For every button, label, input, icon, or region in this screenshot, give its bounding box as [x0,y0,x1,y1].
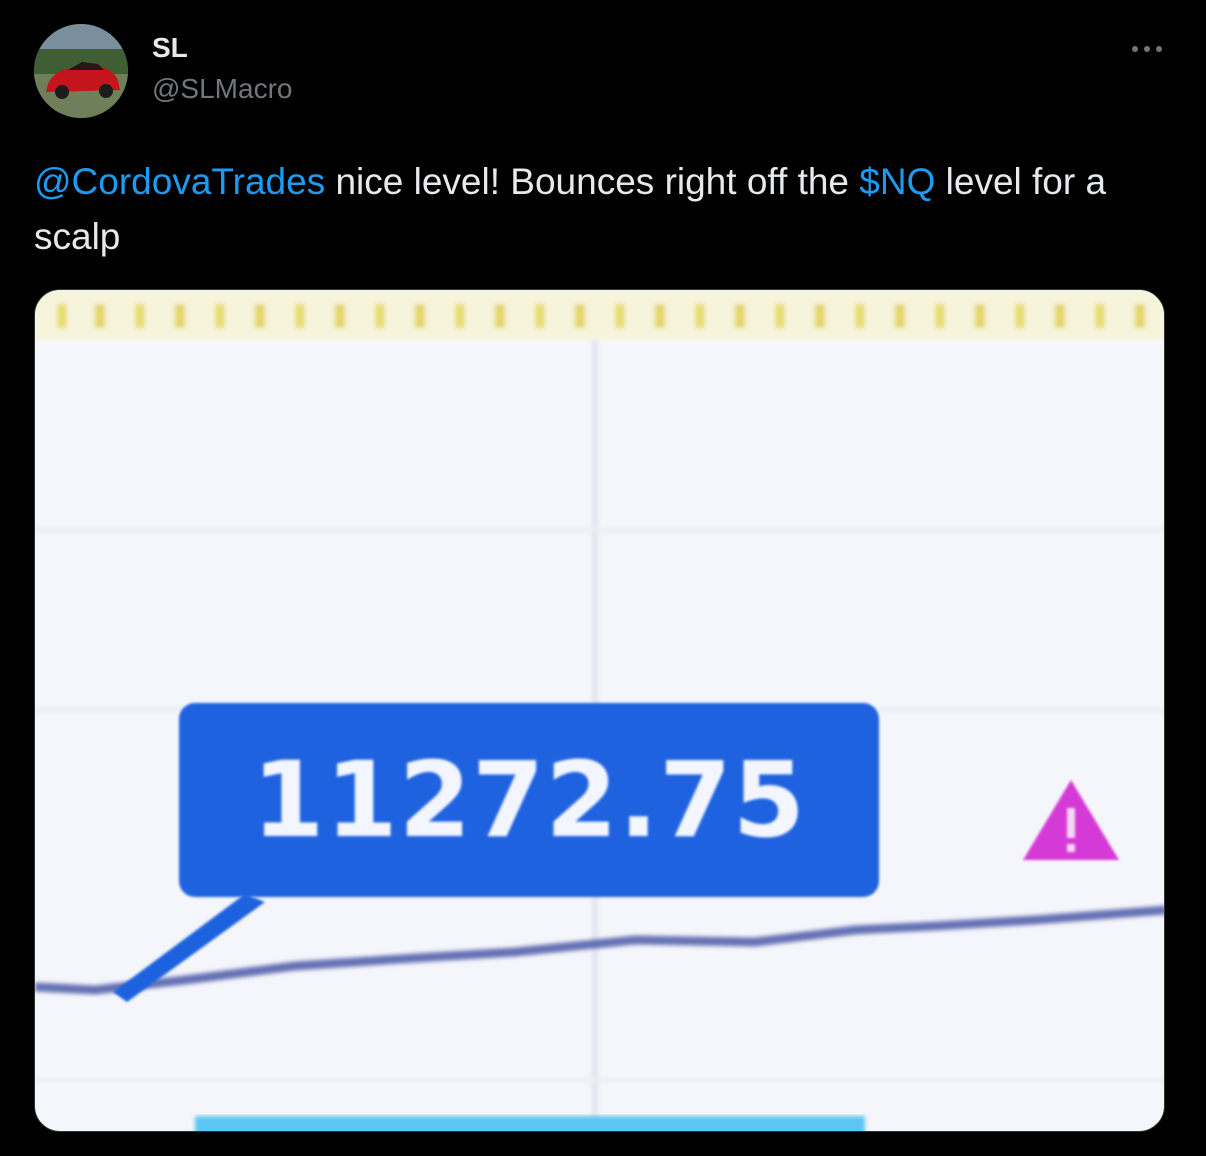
label-pointer [113,894,265,1002]
bottom-blue-bar [195,1116,865,1131]
cashtag-link[interactable]: $NQ [859,161,935,202]
display-name[interactable]: SL [152,32,188,64]
price-line [35,905,1164,995]
dot [1132,46,1138,52]
tweet-text: @CordovaTrades nice level! Bounces right… [34,154,1174,264]
avatar[interactable] [34,24,128,118]
tweet-text-part: nice level! Bounces right off the [325,161,860,202]
top-yellow-markers [35,290,1164,340]
tweet-card: SL @SLMacro @CordovaTrades nice level! B… [0,0,1206,1156]
mention-link[interactable]: @CordovaTrades [34,161,325,202]
price-label: 11272.75 [179,703,879,897]
dot [1156,46,1162,52]
red-sports-car-icon [34,24,128,118]
more-options-icon[interactable] [1124,34,1170,64]
tweet-image[interactable]: 11272.75 [34,289,1165,1132]
dot [1144,46,1150,52]
warning-triangle-icon [1023,780,1119,860]
user-handle[interactable]: @SLMacro [152,72,292,106]
